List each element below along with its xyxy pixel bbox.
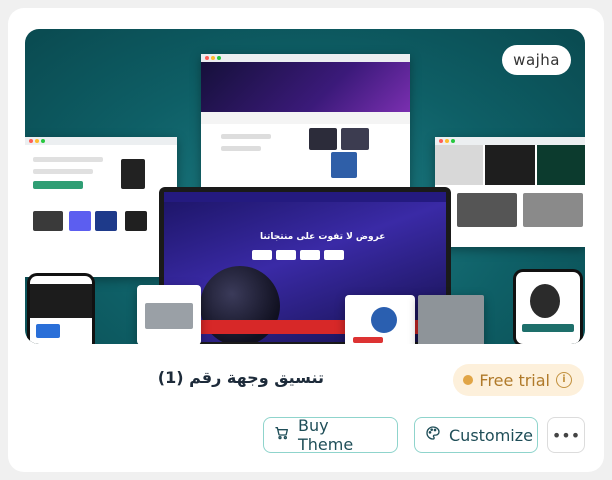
customize-label: Customize <box>449 425 533 445</box>
preview-earbuds-photo <box>418 295 484 344</box>
status-dot-icon <box>463 375 474 385</box>
free-trial-label: Free trial <box>479 370 550 390</box>
preview-hero-text: عروض لا تفوت على منتجاتنا <box>260 232 386 242</box>
more-options-button[interactable]: ••• <box>547 417 585 453</box>
preview-mock-right <box>435 137 585 247</box>
cart-icon <box>274 425 290 445</box>
theme-card: عروض لا تفوت على منتجاتنا wajha تنسيق وج… <box>8 8 604 472</box>
info-icon[interactable]: i <box>556 372 572 388</box>
theme-preview-image[interactable]: عروض لا تفوت على منتجاتنا wajha <box>25 29 585 344</box>
preview-phone-right <box>513 269 583 344</box>
preview-mock-left <box>25 137 177 277</box>
theme-title: تنسيق وجهة رقم (1) <box>157 368 324 387</box>
palette-icon <box>425 425 441 445</box>
customize-button[interactable]: Customize <box>414 417 538 453</box>
preview-earbuds-card <box>345 295 415 344</box>
preview-mock-top <box>201 54 410 194</box>
free-trial-badge: Free trial i <box>453 364 584 396</box>
buy-theme-button[interactable]: Buy Theme <box>263 416 398 454</box>
preview-product-card <box>137 285 201 344</box>
brand-badge: wajha <box>502 45 571 75</box>
buy-theme-label: Buy Theme <box>298 416 354 454</box>
preview-phone-left <box>27 273 95 344</box>
ellipsis-icon: ••• <box>551 425 581 445</box>
